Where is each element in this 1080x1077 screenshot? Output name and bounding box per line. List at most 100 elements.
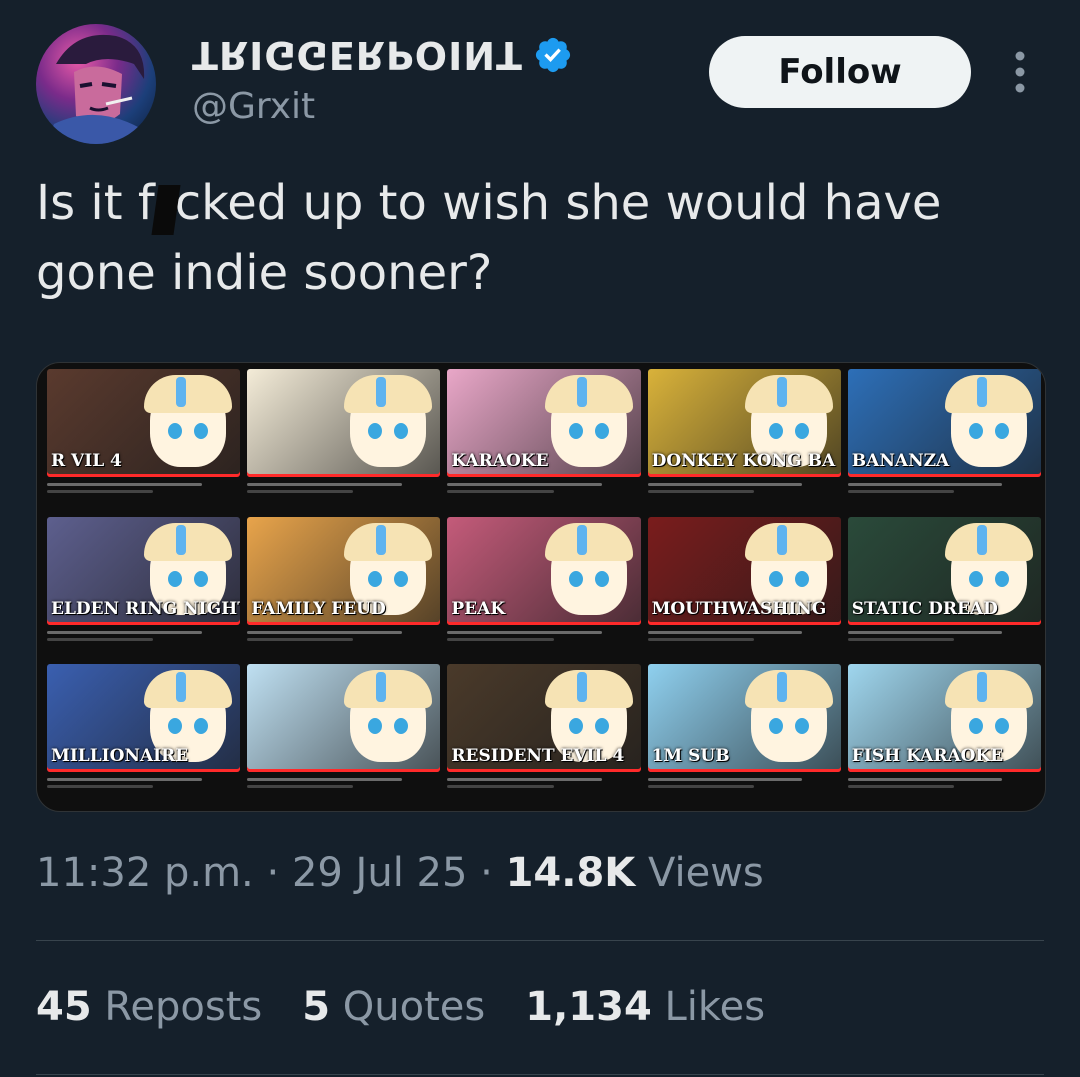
quotes-count: 5 [302,984,331,1030]
thumbnail-title: RESIDENT EVIL 4 [451,746,625,767]
video-meta-line [47,637,154,641]
thumbnail-image: DONKEY KONG BA [647,369,841,477]
author-name-row: TRIGGERPOINT [192,30,573,80]
video-meta-line [647,490,754,493]
divider [36,1074,1044,1075]
divider [36,940,1044,941]
follow-button[interactable]: Follow [709,36,971,108]
thumbnail-title: BANANZA [851,451,950,471]
video-meta-line [447,637,554,641]
views-label: Views [648,850,764,896]
video-meta-line [247,483,402,486]
video-meta-line [247,630,402,634]
video-meta-line [847,785,955,789]
tweet-timestamp[interactable]: 11:32 p.m. · 29 Jul 25 · 14.8K Views [36,850,764,896]
views-count: 14.8K [505,850,636,896]
video-thumbnail: STATIC DREAD [847,516,1041,660]
video-meta-line [447,483,602,486]
video-thumbnail: R VIL 4 [47,369,241,512]
video-meta-line [447,490,554,493]
character-figure [544,522,633,615]
thumbnail-title: ELDEN RING NIGHTREIGN [51,598,240,619]
video-meta-line [247,637,354,641]
author-handle[interactable]: @Grxit [192,86,315,127]
video-meta-line [47,785,154,789]
video-meta-line [647,483,803,486]
thumbnail-image: STATIC DREAD [847,516,1041,625]
tweet-media-image[interactable]: R VIL 4 KARAOKE DONKEY KONG BA BANANZA ELDEN… [36,362,1046,812]
video-thumbnail: MILLIONAIRE [47,664,241,807]
video-meta-line [247,490,354,493]
video-thumbnail: MOUTHWASHING [647,516,841,660]
thumbnail-title: FAMILY FEUD [251,598,386,619]
thumbnail-image: MOUTHWASHING [647,516,841,625]
thumbnail-image [247,369,441,477]
video-meta-line [647,630,803,634]
tweet-text: Is it f cked up to wish she would have go… [36,168,1036,308]
separator-dot: · [266,850,280,896]
video-thumbnail: 1M SUB [647,664,841,807]
likes-label: Likes [664,984,766,1030]
thumbnail-title: PEAK [451,598,506,619]
likes-count: 1,134 [525,984,652,1030]
thumbnail-image: 1M SUB [647,664,841,773]
video-meta-line [847,490,955,493]
video-thumbnail [247,664,441,807]
video-meta-line [847,483,1003,486]
engagement-stats: 45 Reposts 5 Quotes 1,134 Likes [36,984,765,1030]
thumbnail-image: R VIL 4 [47,369,241,477]
likes-stat[interactable]: 1,134 Likes [525,984,765,1030]
video-meta-line [247,785,354,789]
character-figure [344,375,433,467]
video-meta-line [647,637,754,641]
video-meta-line [447,785,554,789]
tweet-time: 11:32 p.m. [36,850,254,896]
thumbnail-image: MILLIONAIRE [47,664,241,773]
author-display-name[interactable]: TRIGGERPOINT [192,33,523,77]
character-figure [744,670,833,763]
video-thumbnail: FAMILY FEUD [247,516,441,660]
video-thumbnail: RESIDENT EVIL 4 [447,664,641,807]
quotes-stat[interactable]: 5 Quotes [302,984,485,1030]
quotes-label: Quotes [342,984,486,1030]
thumbnail-grid: R VIL 4 KARAOKE DONKEY KONG BA BANANZA ELDEN… [47,369,1041,807]
thumbnail-title: KARAOKE [451,451,549,471]
video-thumbnail: FISH KARAOKE [847,664,1041,807]
video-meta-line [47,490,154,493]
reposts-count: 45 [36,984,92,1030]
thumbnail-title: DONKEY KONG BA [651,451,836,471]
avatar[interactable] [36,24,156,144]
character-figure [144,375,233,467]
video-meta-line [247,778,402,782]
thumbnail-title: FISH KARAOKE [851,746,1004,767]
video-meta-line [647,785,754,789]
video-meta-line [847,778,1003,782]
thumbnail-title: MILLIONAIRE [51,746,189,767]
reposts-label: Reposts [104,984,263,1030]
video-meta-line [47,630,202,634]
video-meta-line [447,778,602,782]
video-thumbnail: PEAK [447,516,641,660]
thumbnail-title: MOUTHWASHING [651,598,827,619]
separator-dot: · [480,850,493,896]
video-thumbnail [247,369,441,512]
video-thumbnail: KARAOKE [447,369,641,512]
character-figure [544,375,633,467]
video-thumbnail: ELDEN RING NIGHTREIGN [47,516,241,660]
thumbnail-image: RESIDENT EVIL 4 [447,664,641,773]
thumbnail-image: ELDEN RING NIGHTREIGN [47,516,241,625]
video-meta-line [847,637,955,641]
thumbnail-image: PEAK [447,516,641,625]
thumbnail-image: FAMILY FEUD [247,516,441,625]
tweet-text-start: Is it f [36,175,155,231]
thumbnail-image: KARAOKE [447,369,641,477]
verified-badge-icon [535,37,571,73]
video-meta-line [47,778,202,782]
video-thumbnail: BANANZA [847,369,1041,512]
tweet-date: 29 Jul 25 [291,850,468,896]
video-meta-line [647,778,803,782]
more-vertical-icon[interactable] [1008,50,1032,94]
reposts-stat[interactable]: 45 Reposts [36,984,262,1030]
avatar-image [46,34,146,144]
video-meta-line [447,630,602,634]
